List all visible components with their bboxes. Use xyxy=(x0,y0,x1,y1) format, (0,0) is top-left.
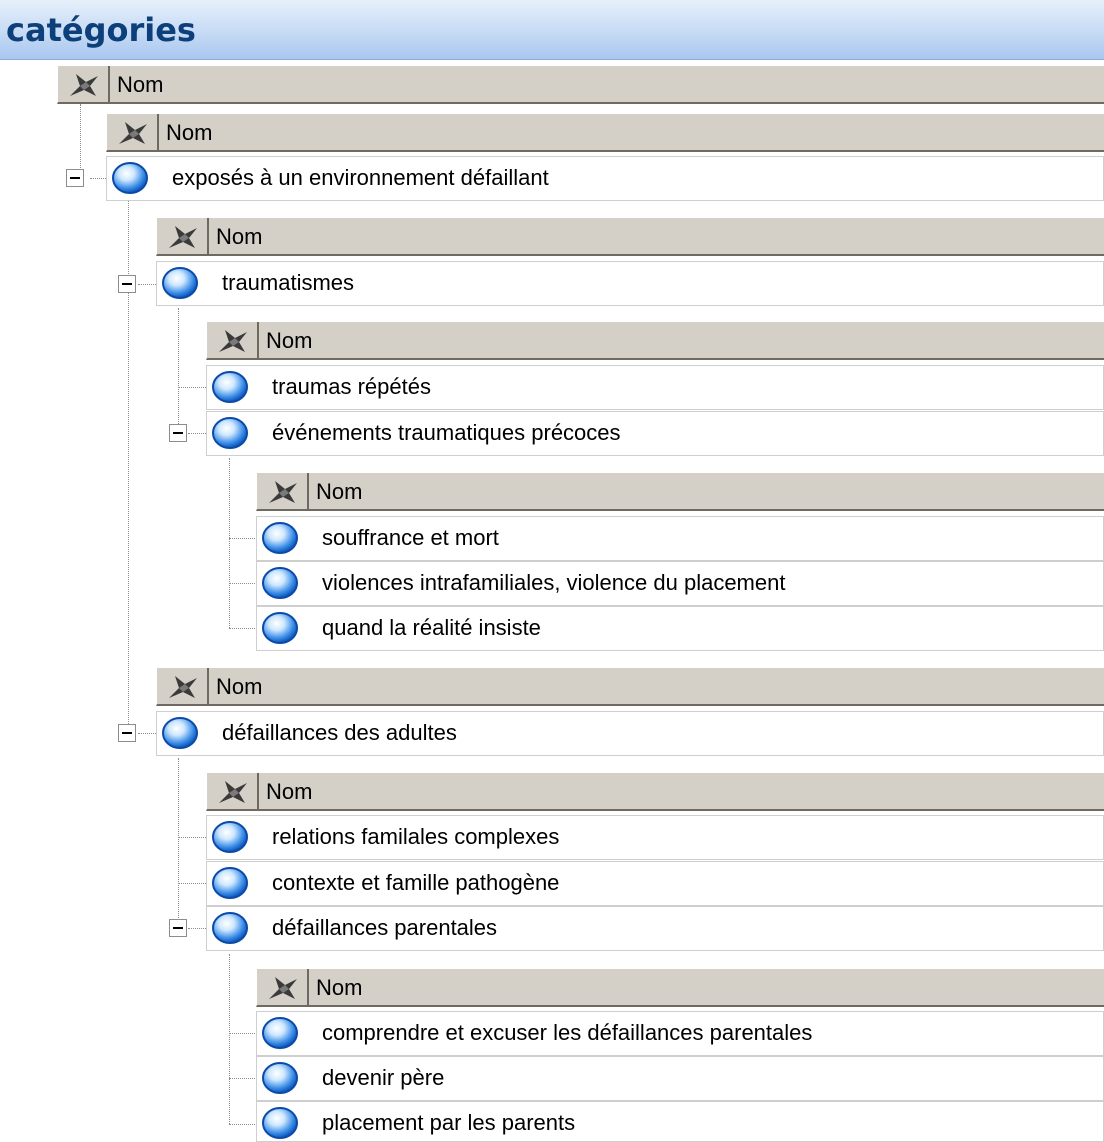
column-header-nom[interactable]: Nom xyxy=(206,320,1104,360)
tree-node-label: quand la réalité insiste xyxy=(322,615,541,640)
blue-circle-node-icon xyxy=(262,1017,298,1049)
column-header-nom[interactable]: Nom xyxy=(206,771,1104,811)
tree-node-souffrance[interactable]: souffrance et mort xyxy=(256,516,1104,561)
tree-node-evenements[interactable]: événements traumatiques précoces xyxy=(206,411,1104,456)
tree-connector xyxy=(80,104,81,168)
tree-node-label: souffrance et mort xyxy=(322,525,499,550)
tree-node-label: violences intrafamiliales, violence du p… xyxy=(322,570,786,595)
column-header-nom[interactable]: Nom xyxy=(256,967,1104,1007)
blue-circle-node-icon xyxy=(212,912,248,944)
tree-connector xyxy=(229,458,230,628)
tree-connector xyxy=(229,1124,259,1125)
tree-connector xyxy=(229,628,259,629)
blue-circle-node-icon xyxy=(212,821,248,853)
pin-icon[interactable] xyxy=(58,66,110,102)
tree-node-exposes[interactable]: exposés à un environnement défaillant xyxy=(106,156,1104,201)
blue-circle-node-icon xyxy=(162,717,198,749)
tree-connector xyxy=(229,1033,259,1034)
tree-connector xyxy=(178,758,179,928)
blue-circle-node-icon xyxy=(262,612,298,644)
tree-node-label: relations familales complexes xyxy=(272,824,560,849)
collapse-toggle-icon[interactable] xyxy=(118,275,136,293)
blue-circle-node-icon xyxy=(262,567,298,599)
tree-connector xyxy=(138,284,158,285)
tree-node-traumatismes[interactable]: traumatismes xyxy=(156,261,1104,306)
tree-connector xyxy=(229,1078,259,1079)
pin-icon[interactable] xyxy=(207,773,259,809)
tree-connector xyxy=(138,733,158,734)
tree-node-label: événements traumatiques précoces xyxy=(272,420,621,445)
pin-icon[interactable] xyxy=(207,322,259,358)
column-header-label: Nom xyxy=(216,674,263,699)
tree-connector xyxy=(178,387,208,388)
tree-node-relations[interactable]: relations familales complexes xyxy=(206,815,1104,860)
pin-icon[interactable] xyxy=(257,969,309,1005)
tree-node-contexte[interactable]: contexte et famille pathogène xyxy=(206,861,1104,906)
tree-node-label: traumas répétés xyxy=(272,374,431,399)
tree-node-label: exposés à un environnement défaillant xyxy=(172,165,549,190)
blue-circle-node-icon xyxy=(112,162,148,194)
tree-connector xyxy=(178,883,208,884)
tree-connector xyxy=(188,928,208,929)
tree-connector xyxy=(178,837,208,838)
collapse-toggle-icon[interactable] xyxy=(169,424,187,442)
column-header-nom[interactable]: Nom xyxy=(156,216,1104,256)
column-header-label: Nom xyxy=(266,328,313,353)
page-title: catégories xyxy=(6,11,196,49)
blue-circle-node-icon xyxy=(262,1062,298,1094)
tree-node-comprendre[interactable]: comprendre et excuser les défaillances p… xyxy=(256,1011,1104,1056)
tree-connector xyxy=(229,954,230,1124)
column-header-label: Nom xyxy=(117,72,164,97)
tree-node-defaillances-adultes[interactable]: défaillances des adultes xyxy=(156,711,1104,756)
pin-icon[interactable] xyxy=(257,473,309,509)
tree-node-defaillances-parentales[interactable]: défaillances parentales xyxy=(206,906,1104,951)
tree-node-realite[interactable]: quand la réalité insiste xyxy=(256,606,1104,651)
column-header-nom[interactable]: Nom xyxy=(106,112,1104,152)
blue-circle-node-icon xyxy=(212,371,248,403)
tree-node-label: défaillances parentales xyxy=(272,915,498,940)
collapse-toggle-icon[interactable] xyxy=(66,169,84,187)
blue-circle-node-icon xyxy=(162,267,198,299)
tree-node-label: comprendre et excuser les défaillances p… xyxy=(322,1020,813,1045)
tree-node-label: défaillances des adultes xyxy=(222,720,457,745)
tree-connector xyxy=(188,433,208,434)
tree-node-devenir-pere[interactable]: devenir père xyxy=(256,1056,1104,1101)
column-header-label: Nom xyxy=(166,120,213,145)
tree-node-label: devenir père xyxy=(322,1065,445,1090)
tree-node-label: contexte et famille pathogène xyxy=(272,870,560,895)
tree-node-traumas-repetes[interactable]: traumas répétés xyxy=(206,365,1104,410)
column-header-label: Nom xyxy=(216,224,263,249)
collapse-toggle-icon[interactable] xyxy=(118,724,136,742)
tree-node-placement[interactable]: placement par les parents xyxy=(256,1101,1104,1142)
tree-connector xyxy=(229,583,259,584)
tree-node-violences[interactable]: violences intrafamiliales, violence du p… xyxy=(256,561,1104,606)
column-header-nom[interactable]: Nom xyxy=(57,64,1104,104)
blue-circle-node-icon xyxy=(262,522,298,554)
tree-connector xyxy=(178,308,179,432)
tree-connector xyxy=(229,538,259,539)
title-bar: catégories xyxy=(0,0,1104,60)
collapse-toggle-icon[interactable] xyxy=(169,919,187,937)
tree-node-label: traumatismes xyxy=(222,270,355,295)
pin-icon[interactable] xyxy=(157,668,209,704)
tree-node-label: placement par les parents xyxy=(322,1110,576,1135)
column-header-label: Nom xyxy=(316,975,363,1000)
column-header-nom[interactable]: Nom xyxy=(156,666,1104,706)
pin-icon[interactable] xyxy=(107,114,159,150)
blue-circle-node-icon xyxy=(262,1107,298,1139)
pin-icon[interactable] xyxy=(157,218,209,254)
column-header-label: Nom xyxy=(316,479,363,504)
column-header-nom[interactable]: Nom xyxy=(256,471,1104,511)
blue-circle-node-icon xyxy=(212,417,248,449)
column-header-label: Nom xyxy=(266,779,313,804)
blue-circle-node-icon xyxy=(212,867,248,899)
